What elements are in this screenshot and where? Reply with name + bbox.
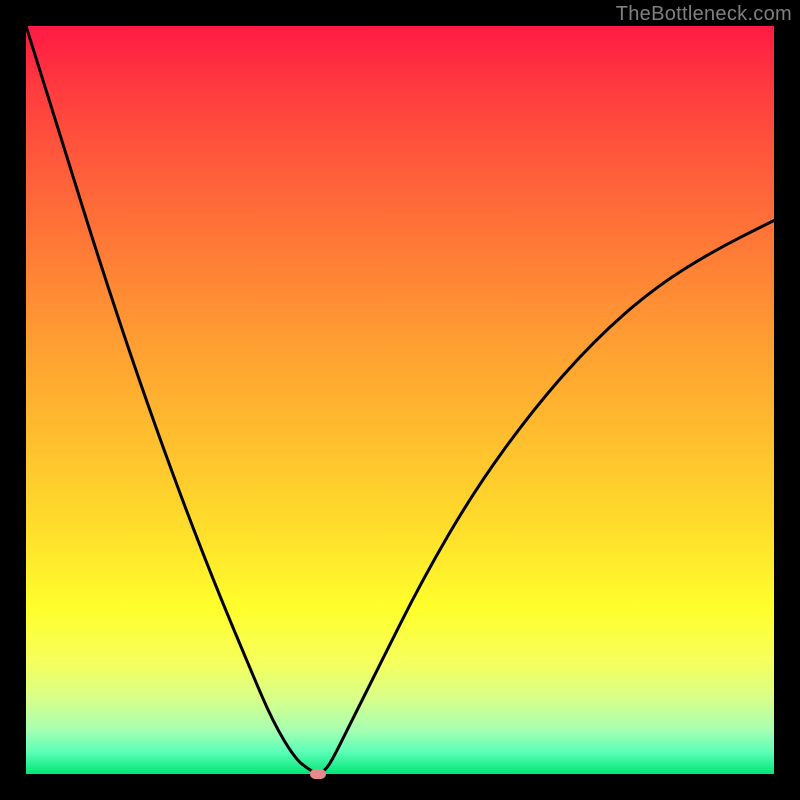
chart-frame: TheBottleneck.com	[0, 0, 800, 800]
plot-area	[26, 26, 774, 774]
watermark-text: TheBottleneck.com	[616, 3, 792, 26]
optimal-marker	[310, 769, 326, 779]
bottleneck-curve	[26, 26, 774, 774]
